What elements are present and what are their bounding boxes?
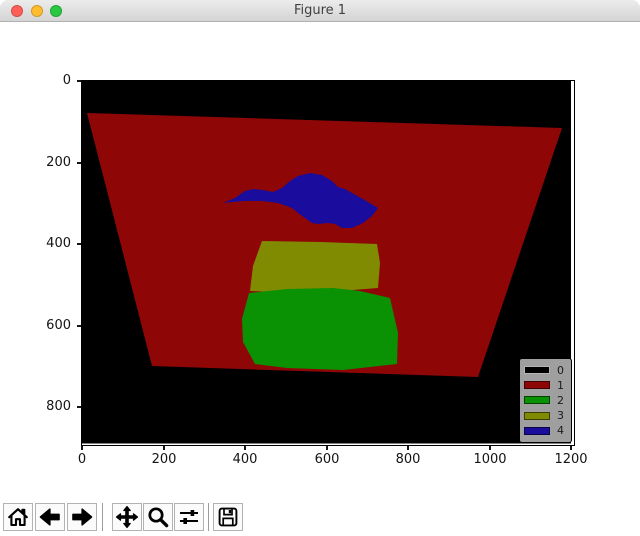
x-tick-label: 400 [215,452,275,467]
zoom-rect-button[interactable] [143,503,173,531]
legend-row: 0 [524,364,571,376]
x-tick [81,446,83,450]
titlebar[interactable]: Figure 1 [0,0,640,22]
segmentation-image[interactable] [82,81,574,445]
legend-label: 4 [557,425,564,436]
legend-row: 2 [524,394,571,406]
pan-button[interactable] [112,503,142,531]
x-tick-label: 200 [134,452,194,467]
legend-label: 0 [557,365,564,376]
forward-button[interactable] [67,503,97,531]
zoom-rect-icon [146,505,170,529]
x-tick-label: 1200 [541,452,601,467]
y-tick-label: 200 [35,155,71,171]
plot-axes[interactable] [81,80,575,446]
close-button[interactable] [11,5,23,17]
legend-row: 4 [524,425,571,437]
x-tick-label: 1000 [460,452,520,467]
toolbar-separator [102,503,103,531]
figure-window: Figure 1 0 200 400 600 800 0 200 400 600… [0,0,640,536]
legend: 0 1 2 3 4 [519,358,572,443]
x-tick-label: 0 [52,452,112,467]
region-class3-middle [250,241,380,293]
x-tick [163,446,165,450]
x-tick [326,446,328,450]
legend-row: 3 [524,410,571,422]
save-icon [216,505,240,529]
legend-swatch-3 [524,412,550,420]
legend-label: 2 [557,395,564,406]
legend-row: 1 [524,379,571,391]
back-icon [38,505,62,529]
x-tick [407,446,409,450]
legend-swatch-0 [524,366,550,374]
x-tick-label: 600 [297,452,357,467]
window-title: Figure 1 [0,0,640,22]
toolbar-separator [208,503,209,531]
configure-subplots-button[interactable] [174,503,204,531]
legend-swatch-4 [524,427,550,435]
y-tick-label: 600 [35,318,71,334]
x-tick [244,446,246,450]
pan-icon [115,505,139,529]
y-tick-label: 0 [35,73,71,89]
back-button[interactable] [35,503,65,531]
x-tick [570,446,572,450]
minimize-button[interactable] [31,5,43,17]
fullscreen-button[interactable] [50,5,62,17]
legend-swatch-1 [524,381,550,389]
x-tick-label: 800 [378,452,438,467]
save-button[interactable] [213,503,243,531]
forward-icon [70,505,94,529]
y-tick-label: 800 [35,399,71,415]
configure-subplots-icon [177,505,201,529]
home-button[interactable] [3,503,33,531]
legend-label: 1 [557,380,564,391]
region-class2-lower [242,288,398,370]
legend-label: 3 [557,410,564,421]
home-icon [6,505,30,529]
x-tick [489,446,491,450]
y-tick-label: 400 [35,236,71,252]
legend-swatch-2 [524,396,550,404]
